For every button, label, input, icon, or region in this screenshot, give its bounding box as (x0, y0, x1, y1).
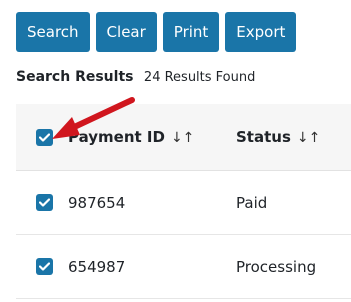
column-header-label: Status (236, 128, 291, 146)
status-cell: Paid (236, 193, 268, 212)
annotation-arrow-icon (52, 97, 135, 139)
results-title: Search Results (16, 69, 134, 85)
table-row: 987654 Paid (16, 171, 351, 235)
payment-id-cell: 987654 (68, 193, 126, 212)
row-checkbox[interactable] (36, 194, 53, 211)
export-button[interactable]: Export (225, 12, 297, 52)
table-row: 654987 Processing (16, 235, 351, 299)
sort-arrows-icon[interactable]: ↓↑ (171, 130, 194, 146)
search-button[interactable]: Search (16, 12, 90, 52)
row-checkbox[interactable] (36, 258, 53, 275)
status-cell: Processing (236, 257, 317, 276)
checkmark-icon (39, 262, 50, 271)
clear-button[interactable]: Clear (95, 12, 157, 52)
payment-id-cell: 654987 (68, 257, 126, 276)
results-heading: Search Results 24 Results Found (16, 69, 255, 85)
sort-arrows-icon[interactable]: ↓↑ (297, 130, 320, 146)
column-header-status[interactable]: Status ↓↑ (236, 128, 351, 146)
results-count: 24 Results Found (143, 70, 256, 85)
checkmark-icon (39, 198, 50, 207)
print-button[interactable]: Print (162, 12, 220, 52)
toolbar: Search Clear Print Export (16, 12, 297, 52)
